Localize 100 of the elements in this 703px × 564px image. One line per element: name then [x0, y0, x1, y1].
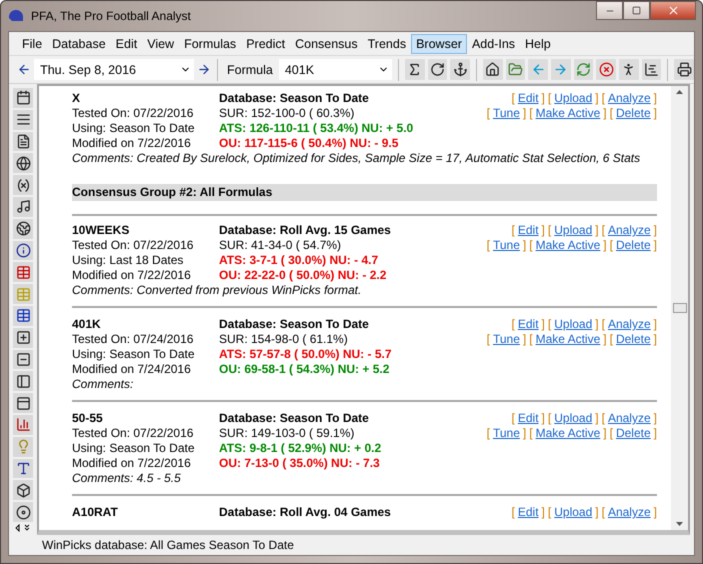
- printer-icon[interactable]: [676, 62, 692, 77]
- menu-item[interactable]: Edit: [110, 34, 142, 54]
- action-link[interactable]: Upload: [554, 317, 592, 332]
- bracket: ]: [603, 332, 607, 347]
- comments-text: Comments: Created By Surelock, Optimized for Sides, Sample Size = 17, Automatic Stat Selection, 6 Stats: [72, 151, 640, 166]
- refresh-icon[interactable]: [430, 62, 445, 77]
- menu-item[interactable]: View: [142, 34, 180, 54]
- bracket: [: [610, 106, 613, 121]
- menu-item[interactable]: Database: [47, 34, 111, 54]
- lines-icon[interactable]: [16, 112, 30, 128]
- database-label: Database: Season To Date: [219, 317, 370, 332]
- action-link[interactable]: Make Active: [536, 106, 600, 121]
- menu-item[interactable]: Consensus: [290, 34, 363, 54]
- action-link[interactable]: Edit: [518, 317, 539, 332]
- menu-item[interactable]: Trends: [362, 34, 412, 54]
- document-icon[interactable]: [16, 134, 30, 149]
- bracket: ]: [595, 411, 599, 426]
- bracket: ]: [595, 223, 599, 238]
- action-link[interactable]: Analyze: [608, 317, 651, 332]
- modified-date: Modified on 7/22/2016: [72, 456, 192, 471]
- table-icon[interactable]: [16, 264, 30, 280]
- scroll-thumb[interactable]: [672, 303, 686, 313]
- action-link[interactable]: Edit: [518, 505, 539, 520]
- home-icon[interactable]: [485, 62, 500, 77]
- action-link[interactable]: Delete: [616, 332, 651, 347]
- action-link[interactable]: Edit: [518, 91, 539, 106]
- menu-item[interactable]: Formulas: [179, 34, 242, 54]
- action-link[interactable]: Upload: [554, 91, 592, 106]
- scrollbar[interactable]: [671, 86, 688, 530]
- bracket: ]: [654, 91, 657, 106]
- bracket: [: [548, 317, 552, 332]
- calendar-icon[interactable]: [16, 90, 30, 106]
- info-icon[interactable]: [16, 242, 30, 258]
- music-note-icon[interactable]: [16, 199, 30, 214]
- menu-item[interactable]: Help: [520, 34, 556, 54]
- more-arrows-icon[interactable]: [14, 524, 32, 532]
- minimize-button[interactable]: [596, 1, 623, 20]
- bracket: [: [529, 238, 533, 253]
- globe-icon[interactable]: [16, 221, 30, 236]
- bracket: ]: [654, 317, 657, 332]
- bracket: ]: [603, 238, 607, 253]
- action-link[interactable]: Analyze: [608, 223, 651, 238]
- action-link[interactable]: Make Active: [536, 426, 600, 441]
- maximize-button[interactable]: [623, 1, 650, 20]
- action-link[interactable]: Delete: [616, 106, 651, 121]
- action-link[interactable]: Tune: [492, 426, 520, 441]
- action-link[interactable]: Tune: [492, 106, 520, 121]
- bracket: ]: [654, 505, 657, 520]
- disc-icon[interactable]: [16, 504, 30, 520]
- action-link[interactable]: Upload: [554, 411, 592, 426]
- action-link[interactable]: Analyze: [608, 411, 651, 426]
- bracket: ]: [654, 426, 657, 441]
- bracket: ]: [654, 332, 657, 347]
- using-range: Using: Season To Date: [72, 347, 196, 362]
- panel-icon[interactable]: [16, 396, 30, 411]
- list-add-icon[interactable]: [16, 330, 30, 346]
- action-link[interactable]: Tune: [492, 238, 520, 253]
- action-link[interactable]: Edit: [518, 223, 539, 238]
- close-button[interactable]: [650, 1, 696, 20]
- bracket: [: [602, 91, 605, 106]
- menu-item[interactable]: File: [17, 34, 48, 54]
- anchor-icon[interactable]: [452, 62, 468, 77]
- action-link[interactable]: Analyze: [608, 91, 651, 106]
- bracket: ]: [603, 106, 607, 121]
- action-link[interactable]: Upload: [554, 505, 592, 520]
- action-link[interactable]: Analyze: [608, 505, 651, 520]
- scroll-up-icon[interactable]: [676, 90, 683, 94]
- action-link[interactable]: Delete: [616, 426, 651, 441]
- function-icon[interactable]: [16, 178, 30, 193]
- action-link[interactable]: Make Active: [536, 238, 600, 253]
- box-icon[interactable]: [16, 482, 30, 498]
- scroll-down-icon[interactable]: [676, 522, 683, 526]
- action-link[interactable]: Tune: [492, 332, 520, 347]
- action-link[interactable]: Make Active: [536, 332, 600, 347]
- chart-icon[interactable]: [644, 62, 660, 77]
- bracket: [: [548, 505, 552, 520]
- globe-icon[interactable]: [16, 156, 30, 171]
- close-icon[interactable]: [598, 62, 614, 77]
- action-link[interactable]: Upload: [554, 223, 592, 238]
- date-dropdown[interactable]: Thu. Sep 8, 2016: [34, 59, 194, 80]
- menu-item[interactable]: Add-Ins: [466, 34, 520, 54]
- letters-icon[interactable]: [16, 460, 30, 476]
- status-text: WinPicks database: All Games Season To Date: [41, 537, 295, 554]
- folder-icon[interactable]: [508, 62, 523, 77]
- comments-text: Comments: 4.5 - 5.5: [72, 471, 181, 486]
- action-link[interactable]: Edit: [518, 411, 539, 426]
- bracket: [: [529, 426, 533, 441]
- menu-item[interactable]: Predict: [241, 34, 290, 54]
- action-link[interactable]: Delete: [616, 238, 651, 253]
- list-remove-icon[interactable]: [16, 352, 30, 367]
- close-icon[interactable]: [666, 4, 680, 17]
- sur-record: SUR: 152-100-0 ( 60.3%): [219, 106, 356, 121]
- database-label: Database: Season To Date: [219, 411, 370, 426]
- sur-record: SUR: 41-34-0 ( 54.7%): [219, 238, 342, 253]
- maximize-icon[interactable]: [632, 6, 641, 15]
- menu-item[interactable]: Browser: [411, 34, 467, 54]
- bar-chart-icon[interactable]: [16, 417, 30, 432]
- panel-icon[interactable]: [16, 374, 30, 389]
- table-icon[interactable]: [16, 308, 30, 324]
- formula-dropdown[interactable]: 401K: [278, 59, 392, 80]
